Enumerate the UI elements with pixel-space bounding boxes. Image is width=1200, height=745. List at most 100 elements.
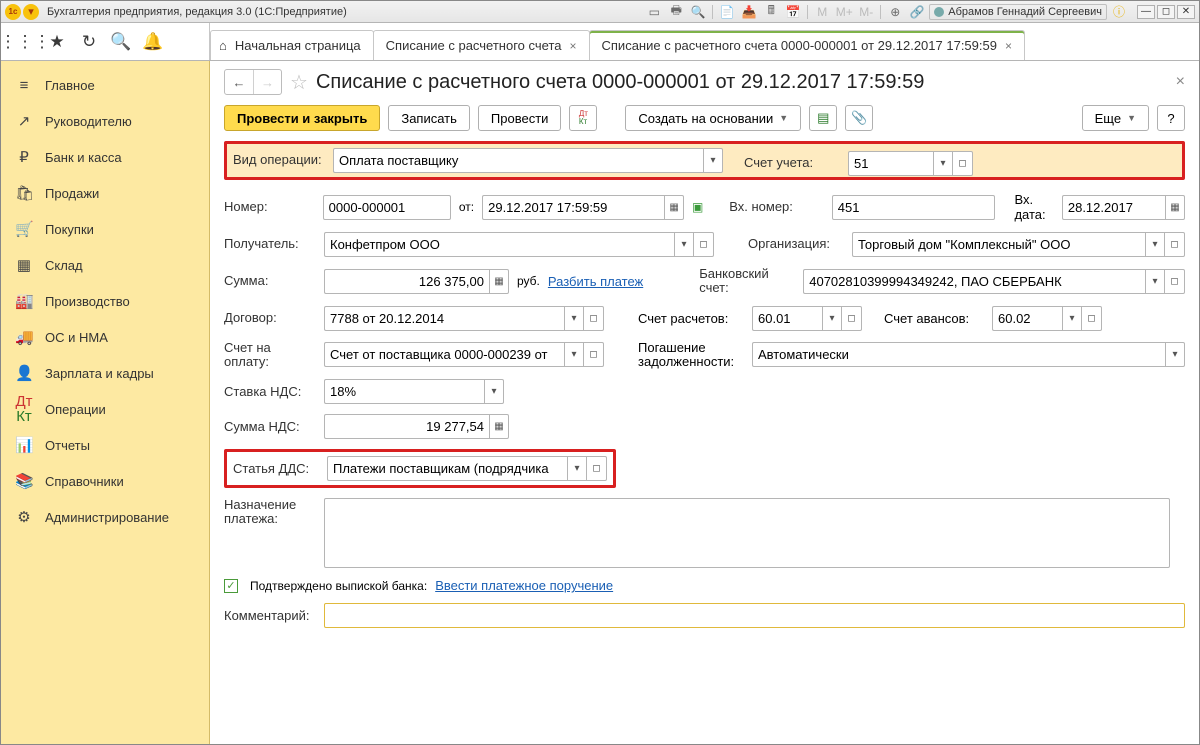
calendar-icon[interactable]: ▦ bbox=[664, 195, 684, 220]
open-icon[interactable]: ◻ bbox=[1165, 232, 1185, 257]
sidebar-item-purchases[interactable]: 🛒Покупки bbox=[1, 211, 209, 247]
contract-input[interactable]: 7788 от 20.12.2014 bbox=[324, 306, 564, 331]
bank-acct-input[interactable]: 40702810399994349242, ПАО СБЕРБАНК bbox=[803, 269, 1145, 294]
logo-1c-icon[interactable]: 1с bbox=[5, 4, 21, 20]
tab-doc-current[interactable]: Списание с расчетного счета 0000-000001 … bbox=[589, 30, 1025, 60]
dropdown-icon[interactable]: ▾ bbox=[564, 306, 584, 331]
open-icon[interactable]: ◻ bbox=[1082, 306, 1102, 331]
tab-doc-list[interactable]: Списание с расчетного счета × bbox=[373, 30, 590, 60]
sidebar-item-reports[interactable]: 📊Отчеты bbox=[1, 427, 209, 463]
calculator-icon[interactable]: 🖩 bbox=[761, 4, 781, 20]
dropdown-icon[interactable]: ▾ bbox=[484, 379, 504, 404]
user-button[interactable]: Абрамов Геннадий Сергеевич bbox=[929, 4, 1107, 20]
sidebar-item-catalogs[interactable]: 📚Справочники bbox=[1, 463, 209, 499]
dropdown-icon[interactable]: ▾ bbox=[564, 342, 584, 367]
history-icon[interactable]: ↻ bbox=[73, 27, 105, 57]
debt-input[interactable]: Автоматически bbox=[752, 342, 1165, 367]
dropdown-icon[interactable]: ▾ bbox=[1062, 306, 1082, 331]
postings-button[interactable]: ДтКт bbox=[569, 105, 597, 131]
m-minus-icon[interactable]: M- bbox=[856, 4, 876, 20]
sidebar-item-operations[interactable]: ДтКтОперации bbox=[1, 391, 209, 427]
paste-icon[interactable]: 📥 bbox=[739, 4, 759, 20]
close-button[interactable]: ✕ bbox=[1177, 5, 1195, 19]
close-icon[interactable]: × bbox=[1005, 39, 1012, 53]
confirmed-checkbox[interactable]: ✓ bbox=[224, 579, 238, 593]
search-icon[interactable]: 🔍 bbox=[105, 27, 137, 57]
maximize-button[interactable]: ◻ bbox=[1157, 5, 1175, 19]
copy-icon[interactable]: 📄 bbox=[717, 4, 737, 20]
sidebar-item-bank[interactable]: ₽Банк и касса bbox=[1, 139, 209, 175]
sidebar-item-main[interactable]: ≡Главное bbox=[1, 67, 209, 103]
settle-acct-input[interactable]: 60.01 bbox=[752, 306, 822, 331]
create-based-button[interactable]: Создать на основании▼ bbox=[625, 105, 801, 131]
calendar-icon[interactable]: 📅 bbox=[783, 4, 803, 20]
favorites-icon[interactable]: ★ bbox=[41, 27, 73, 57]
split-payment-link[interactable]: Разбить платеж bbox=[548, 274, 643, 289]
calculator-icon[interactable]: ▦ bbox=[489, 414, 509, 439]
favorite-star-icon[interactable]: ☆ bbox=[290, 70, 308, 95]
sidebar-item-assets[interactable]: 🚚ОС и НМА bbox=[1, 319, 209, 355]
invoice-input[interactable]: Счет от поставщика 0000-000239 от bbox=[324, 342, 564, 367]
comment-input[interactable] bbox=[324, 603, 1185, 628]
sidebar-item-production[interactable]: 🏭Производство bbox=[1, 283, 209, 319]
open-icon[interactable]: ◻ bbox=[694, 232, 714, 257]
nav-forward-button[interactable]: → bbox=[253, 70, 281, 94]
sidebar-item-warehouse[interactable]: ▦Склад bbox=[1, 247, 209, 283]
sum-input[interactable]: 126 375,00 bbox=[324, 269, 489, 294]
calendar-icon[interactable]: ▦ bbox=[1165, 195, 1185, 220]
open-icon[interactable]: ◻ bbox=[584, 342, 604, 367]
zoom-icon[interactable]: ⊕ bbox=[885, 4, 905, 20]
close-icon[interactable]: × bbox=[569, 39, 576, 53]
tab-home[interactable]: ⌂ Начальная страница bbox=[210, 30, 374, 60]
minimize-button[interactable]: — bbox=[1137, 5, 1155, 19]
number-input[interactable]: 0000-000001 bbox=[323, 195, 451, 220]
m-mem-icon[interactable]: M bbox=[812, 4, 832, 20]
preview-icon[interactable]: 🔍 bbox=[688, 4, 708, 20]
open-icon[interactable]: ◻ bbox=[587, 456, 607, 481]
dropdown-icon[interactable]: ▾ bbox=[703, 148, 723, 173]
write-button[interactable]: Записать bbox=[388, 105, 470, 131]
purpose-textarea[interactable] bbox=[324, 498, 1170, 568]
op-type-input[interactable]: Оплата поставщику bbox=[333, 148, 703, 173]
attach-button[interactable]: 📎 bbox=[845, 105, 873, 131]
more-button[interactable]: Еще▼ bbox=[1082, 105, 1149, 131]
in-date-input[interactable]: 28.12.2017 bbox=[1062, 195, 1165, 220]
open-icon[interactable]: ◻ bbox=[584, 306, 604, 331]
sidebar-item-sales[interactable]: 🛍Продажи bbox=[1, 175, 209, 211]
nav-back-button[interactable]: ← bbox=[225, 70, 253, 94]
calculator-icon[interactable]: ▦ bbox=[489, 269, 509, 294]
org-input[interactable]: Торговый дом "Комплексный" ООО bbox=[852, 232, 1145, 257]
dropdown-icon[interactable]: ▾ bbox=[1145, 269, 1165, 294]
advance-acct-input[interactable]: 60.02 bbox=[992, 306, 1062, 331]
sidebar-item-admin[interactable]: ⚙Администрирование bbox=[1, 499, 209, 535]
toggle-panel-icon[interactable]: ▭ bbox=[644, 4, 664, 20]
sidebar-item-hr[interactable]: 👤Зарплата и кадры bbox=[1, 355, 209, 391]
dropdown-icon[interactable]: ▾ bbox=[1165, 342, 1185, 367]
dropdown-icon[interactable]: ▾ bbox=[674, 232, 694, 257]
open-icon[interactable]: ◻ bbox=[953, 151, 973, 176]
payee-input[interactable]: Конфетпром ООО bbox=[324, 232, 674, 257]
page-close-icon[interactable]: × bbox=[1176, 73, 1185, 91]
account-input[interactable]: 51 bbox=[848, 151, 933, 176]
dds-input[interactable]: Платежи поставщикам (подрядчика bbox=[327, 456, 567, 481]
app-menu-icon[interactable]: ▾ bbox=[23, 4, 39, 20]
open-icon[interactable]: ◻ bbox=[842, 306, 862, 331]
enter-payment-order-link[interactable]: Ввести платежное поручение bbox=[435, 578, 613, 593]
print-doc-button[interactable]: ▤ bbox=[809, 105, 837, 131]
print-icon[interactable]: 🖶 bbox=[666, 4, 686, 20]
help-button[interactable]: ? bbox=[1157, 105, 1185, 131]
post-button[interactable]: Провести bbox=[478, 105, 562, 131]
dropdown-icon[interactable]: ▾ bbox=[822, 306, 842, 331]
link-icon[interactable]: 🔗 bbox=[907, 4, 927, 20]
m-plus-icon[interactable]: M+ bbox=[834, 4, 854, 20]
in-number-input[interactable]: 451 bbox=[832, 195, 995, 220]
dropdown-icon[interactable]: ▾ bbox=[933, 151, 953, 176]
notifications-icon[interactable]: 🔔 bbox=[137, 27, 169, 57]
dropdown-icon[interactable]: ▾ bbox=[1145, 232, 1165, 257]
vat-sum-input[interactable]: 19 277,54 bbox=[324, 414, 489, 439]
dropdown-icon[interactable]: ▾ bbox=[567, 456, 587, 481]
info-icon[interactable]: ⓘ bbox=[1109, 4, 1129, 20]
vat-rate-input[interactable]: 18% bbox=[324, 379, 484, 404]
apps-grid-icon[interactable]: ⋮⋮⋮ bbox=[9, 27, 41, 57]
open-icon[interactable]: ◻ bbox=[1165, 269, 1185, 294]
